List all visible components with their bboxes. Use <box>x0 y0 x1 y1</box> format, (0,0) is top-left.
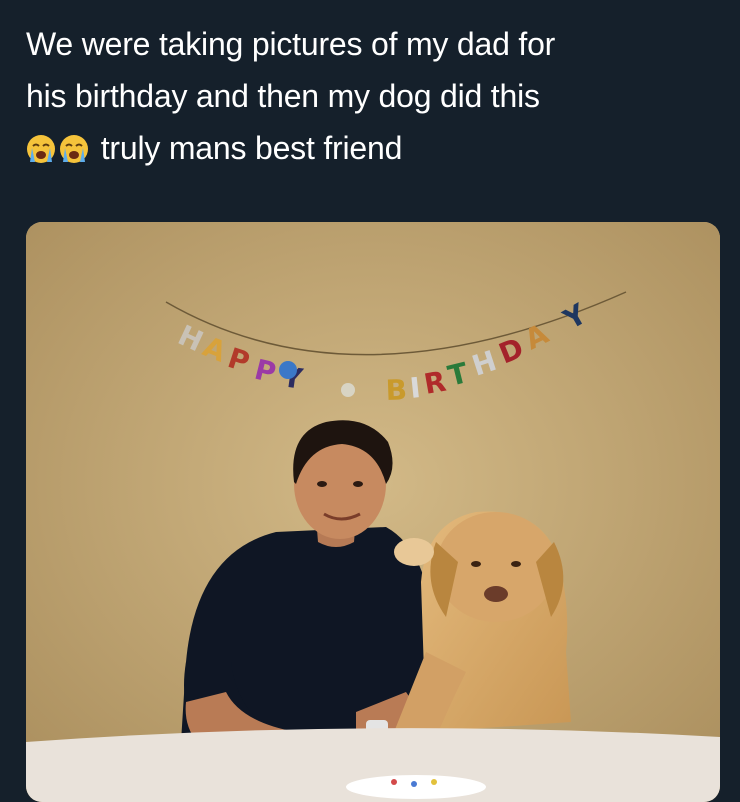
tweet-line-2: his birthday and then my dog did this <box>26 78 540 114</box>
dog-eye <box>511 561 521 567</box>
banner-letter-b: B <box>385 373 407 407</box>
dog-eye <box>471 561 481 567</box>
tweet-text: We were taking pictures of my dad for hi… <box>26 18 716 174</box>
banner-ornament <box>341 383 355 397</box>
tweet-line-3: truly mans best friend <box>26 122 716 174</box>
cake-candle <box>391 779 397 785</box>
man-eye <box>353 481 363 487</box>
tweet-line-3-text: truly mans best friend <box>100 130 403 166</box>
dog-paw-shoulder <box>394 538 434 566</box>
cake <box>346 775 486 799</box>
tweet-photo[interactable]: H A P P Y B I R T H D A Y <box>26 222 720 802</box>
loudly-crying-face-icon <box>60 135 88 163</box>
tweet-line-1: We were taking pictures of my dad for <box>26 26 556 62</box>
birthday-photo-illustration: H A P P Y B I R T H D A Y <box>26 222 720 802</box>
cake-candle <box>411 781 417 787</box>
banner-ornament <box>279 361 297 379</box>
cake-candle <box>431 779 437 785</box>
dog-nose <box>484 586 508 602</box>
man-eye <box>317 481 327 487</box>
loudly-crying-face-icon <box>27 135 55 163</box>
